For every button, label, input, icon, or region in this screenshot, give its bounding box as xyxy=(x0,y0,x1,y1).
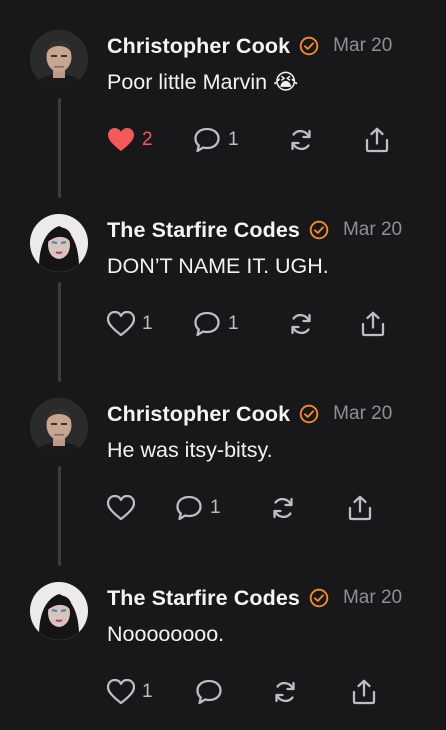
comment-button[interactable]: 1 xyxy=(193,306,239,342)
repost-icon xyxy=(275,681,295,703)
share-button[interactable] xyxy=(350,674,378,710)
heart-icon xyxy=(108,128,134,151)
like-count: 1 xyxy=(142,313,153,334)
share-button[interactable] xyxy=(359,306,387,342)
post-date[interactable]: Mar 20 xyxy=(333,35,392,57)
post-text: DON’T NAME IT. UGH. xyxy=(107,254,329,278)
share-icon xyxy=(352,679,376,705)
author-avatar[interactable] xyxy=(30,398,88,456)
verified-badge-icon xyxy=(309,588,329,608)
comment-button[interactable] xyxy=(195,674,230,710)
repost-button[interactable] xyxy=(269,490,297,526)
post-header: Christopher Cook Mar 20 xyxy=(107,399,392,429)
comment-icon xyxy=(196,679,222,705)
share-icon xyxy=(348,495,372,521)
repost-icon xyxy=(291,129,311,151)
author-name[interactable]: Christopher Cook xyxy=(107,402,290,427)
reply-thread: Christopher Cook Mar 20 Poor little Marv… xyxy=(0,0,446,730)
like-count: 2 xyxy=(142,129,153,150)
post-text: He was itsy-bitsy. xyxy=(107,438,273,462)
heart-icon xyxy=(107,679,135,705)
repost-button[interactable] xyxy=(287,122,315,158)
post-header: Christopher Cook Mar 20 xyxy=(107,31,392,61)
post-actions: 1 1 xyxy=(107,306,407,342)
verified-badge-icon xyxy=(299,404,319,424)
verified-badge-icon xyxy=(299,36,319,56)
comment-icon xyxy=(194,311,220,337)
share-icon xyxy=(361,311,385,337)
author-name[interactable]: The Starfire Codes xyxy=(107,586,300,611)
man-avatar-icon xyxy=(30,30,88,88)
like-button[interactable] xyxy=(107,490,142,526)
man-avatar-icon xyxy=(30,398,88,456)
heart-icon xyxy=(107,311,135,337)
thread-connector-line xyxy=(58,98,61,198)
like-button[interactable]: 1 xyxy=(107,306,153,342)
like-button[interactable]: 1 xyxy=(107,674,153,710)
comment-count: 1 xyxy=(210,497,221,518)
post: The Starfire Codes Mar 20 Noooooooo. 1 xyxy=(0,552,446,730)
author-avatar[interactable] xyxy=(30,582,88,640)
post-date[interactable]: Mar 20 xyxy=(333,403,392,425)
post-actions: 2 1 xyxy=(107,122,407,158)
comment-icon xyxy=(194,127,220,153)
post-actions: 1 xyxy=(107,674,407,710)
post: Christopher Cook Mar 20 Poor little Marv… xyxy=(0,0,446,198)
author-name[interactable]: The Starfire Codes xyxy=(107,218,300,243)
like-button[interactable]: 2 xyxy=(107,122,153,158)
post-date[interactable]: Mar 20 xyxy=(343,219,402,241)
post-date[interactable]: Mar 20 xyxy=(343,587,402,609)
post-header: The Starfire Codes Mar 20 xyxy=(107,583,402,613)
comment-count: 1 xyxy=(228,129,239,150)
woman-avatar-icon xyxy=(30,214,88,272)
comment-icon xyxy=(176,495,202,521)
post-actions: 1 xyxy=(107,490,407,526)
verified-badge-icon xyxy=(309,220,329,240)
thread-connector-line xyxy=(58,466,61,566)
repost-button[interactable] xyxy=(287,306,315,342)
woman-avatar-icon xyxy=(30,582,88,640)
repost-button[interactable] xyxy=(271,674,299,710)
share-button[interactable] xyxy=(346,490,374,526)
author-name[interactable]: Christopher Cook xyxy=(107,34,290,59)
like-count: 1 xyxy=(142,681,153,702)
post: Christopher Cook Mar 20 He was itsy-bits… xyxy=(0,368,446,566)
post-header: The Starfire Codes Mar 20 xyxy=(107,215,402,245)
repost-icon xyxy=(291,313,311,335)
thread-connector-line xyxy=(58,282,61,382)
share-button[interactable] xyxy=(363,122,391,158)
comment-button[interactable]: 1 xyxy=(175,490,221,526)
heart-icon xyxy=(107,495,135,521)
author-avatar[interactable] xyxy=(30,214,88,272)
comment-button[interactable]: 1 xyxy=(193,122,239,158)
post: The Starfire Codes Mar 20 DON’T NAME IT.… xyxy=(0,184,446,382)
comment-count: 1 xyxy=(228,313,239,334)
repost-icon xyxy=(273,497,293,519)
share-icon xyxy=(365,127,389,153)
post-text: Noooooooo. xyxy=(107,622,225,646)
post-text: Poor little Marvin 😭 xyxy=(107,70,299,94)
author-avatar[interactable] xyxy=(30,30,88,88)
